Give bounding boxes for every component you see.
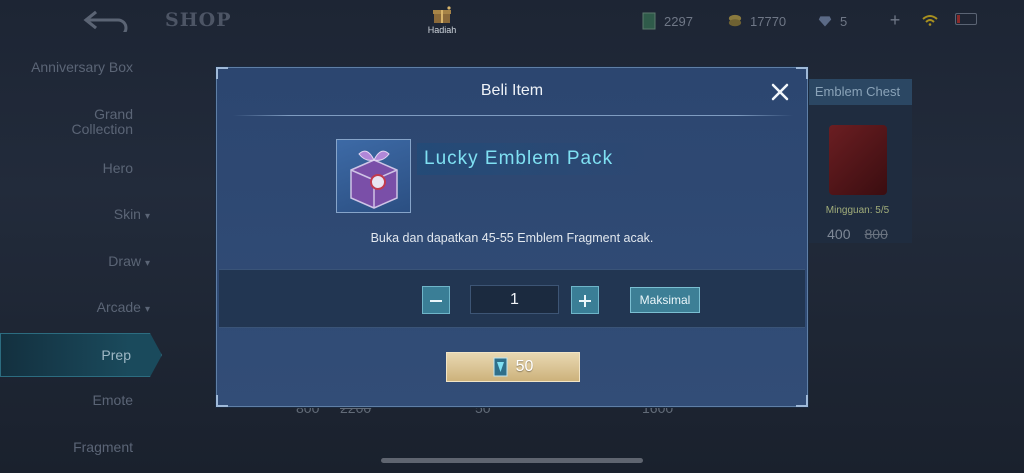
chest-title: Emblem Chest [803,79,912,105]
item-name: Lucky Emblem Pack [424,148,614,169]
sidebar-item-label: Emote [92,392,133,408]
emblem-chest-card[interactable]: Emblem Chest Mingguan: 5/5 400 800 [803,79,912,243]
wifi-icon [922,15,938,26]
decrease-quantity-button[interactable] [422,286,450,314]
sidebar-item-grand-collection[interactable]: Grand Collection [33,107,133,137]
chevron-down-icon: ▾ [144,211,150,222]
sidebar-item-skin[interactable]: Skin ▾ [114,207,150,224]
sidebar-item-emote[interactable]: Emote [93,393,133,408]
battery-icon [955,13,977,25]
battle-point-count: 17770 [750,13,787,29]
gift-icon [433,6,451,23]
hadiah-label: Hadiah [427,25,457,35]
dialog-title: Beli Item [480,82,544,99]
plus-icon [579,295,591,307]
chest-price: 400 800 [803,226,912,242]
increase-quantity-button[interactable] [571,286,599,314]
sidebar-item-label: Skin [113,206,141,222]
diamond-icon [818,16,832,27]
emblem-fragment-icon [642,12,656,30]
sidebar-item-label: Hero [102,160,133,176]
sidebar-item-arcade[interactable]: Arcade ▾ [97,300,150,317]
sidebar-item-hero[interactable]: Hero [103,161,133,176]
sidebar-item-draw[interactable]: Draw ▾ [108,254,150,271]
hadiah-button[interactable]: Hadiah [420,6,464,35]
diamond-balance: 5 [818,10,847,32]
corner-ornament [796,67,808,79]
title-divider [233,115,793,116]
quantity-selector: Maksimal [219,269,805,328]
chevron-down-icon: ▾ [144,304,150,315]
max-quantity-button[interactable]: Maksimal [630,287,700,313]
chest-price-value: 400 [827,226,851,242]
corner-ornament [216,395,228,407]
sidebar-item-fragment[interactable]: Fragment [73,440,133,455]
corner-ornament [216,67,228,79]
diamond-count: 5 [840,13,848,29]
lucky-emblem-pack-icon [350,150,398,209]
sidebar-item-label: Anniversary Box [31,59,133,75]
home-indicator [381,458,643,463]
sidebar-item-label: Arcade [96,299,141,315]
close-icon[interactable] [769,81,791,103]
chest-image [828,125,887,195]
page-title: SHOP [165,9,232,31]
top-bar: SHOP Hadiah 2297 17770 5 + [0,0,1024,44]
buy-button[interactable]: 50 [446,352,580,382]
chest-old-price: 800 [864,226,888,242]
battle-point-balance: 17770 [728,10,786,32]
sidebar-item-anniversary-box[interactable]: Anniversary Box [13,60,133,75]
buy-item-dialog: Beli Item Lucky Emblem Pack Buka dan dap… [216,67,808,407]
item-thumbnail [336,139,411,213]
corner-ornament [796,395,808,407]
back-arrow-icon[interactable] [82,8,132,32]
buy-price: 50 [515,358,534,375]
chevron-down-icon: ▾ [144,258,150,269]
item-description: Buka dan dapatkan 45-55 Emblem Fragment … [370,231,654,245]
sidebar-item-label: Fragment [73,439,133,455]
emblem-fragment-icon [493,357,508,377]
fragment-balance: 2297 [642,10,693,32]
top-up-button[interactable]: + [884,9,906,31]
minus-icon [430,300,442,302]
sidebar-item-label: Grand Collection [71,106,133,137]
quantity-input[interactable] [470,285,559,314]
sidebar-item-label: Draw [108,253,141,269]
sidebar-item-label: Prep [101,347,131,363]
chest-weekly-limit: Mingguan: 5/5 [825,205,890,216]
sidebar-item-prep[interactable]: Prep [0,333,162,377]
fragment-count: 2297 [664,13,693,29]
battle-point-icon [728,14,742,27]
